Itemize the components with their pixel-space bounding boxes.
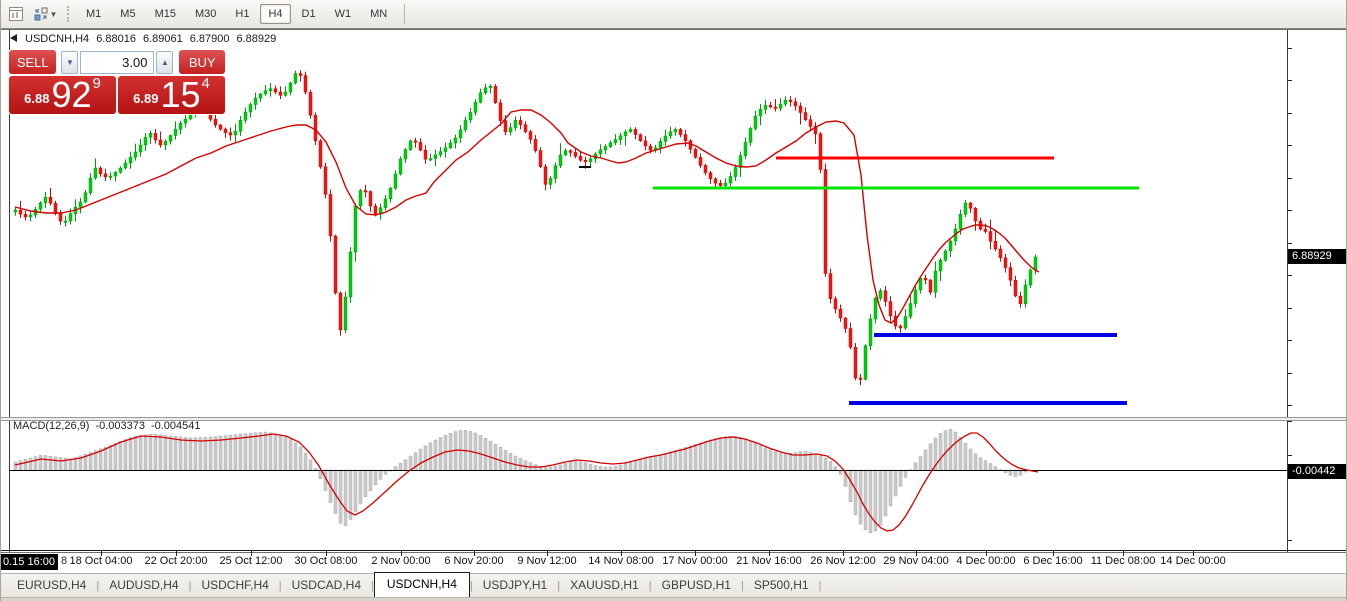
chart-window-icon[interactable]: [5, 4, 27, 24]
sell-price-big: 92: [51, 78, 91, 112]
tab-usdcnh-h4[interactable]: USDCNH,H4: [374, 572, 470, 598]
ohlc-open: 6.88016: [96, 33, 136, 45]
volume-input[interactable]: [80, 51, 154, 74]
ohlc-low: 6.87900: [190, 33, 230, 45]
buy-price-sup: 4: [202, 75, 210, 92]
tab-usdjpy-h1[interactable]: USDJPY,H1: [473, 574, 557, 597]
buy-price-small: 6.89: [133, 91, 158, 106]
sell-price-small: 6.88: [24, 91, 49, 106]
tile-windows-icon[interactable]: ▼: [29, 4, 61, 24]
ohlc-high: 6.89061: [143, 33, 183, 45]
tab-usdcad-h4[interactable]: USDCAD,H4: [282, 574, 371, 597]
status-strip: [1, 597, 1346, 601]
timeframe-mn[interactable]: MN: [362, 4, 395, 24]
current-price-label: 6.88929: [1288, 249, 1347, 264]
tab-audusd-h4[interactable]: AUDUSD,H4: [99, 574, 188, 597]
sell-price-sup: 9: [93, 75, 101, 92]
timeframe-m30[interactable]: M30: [187, 4, 224, 24]
timeframe-m1[interactable]: M1: [78, 4, 109, 24]
time-axis: 0.15 16:00 8 18 Oct 04:0022 Oct 20:0025 …: [1, 553, 1346, 573]
mt4-window: ▼ M1M5M15M30H1H4D1W1MN USDCNH,H4 6.88016 6…: [0, 0, 1347, 601]
tab-eurusd-h4[interactable]: EURUSD,H4: [7, 574, 96, 597]
timeframe-h4[interactable]: H4: [260, 4, 290, 24]
timeframe-d1[interactable]: D1: [294, 4, 324, 24]
tab-gbpusd-h1[interactable]: GBPUSD,H1: [652, 574, 741, 597]
toolbar: ▼ M1M5M15M30H1H4D1W1MN: [1, 0, 1346, 29]
tab-usdchf-h4[interactable]: USDCHF,H4: [191, 574, 278, 597]
buy-price-big: 15: [160, 78, 200, 112]
volume-up-button[interactable]: ▲: [156, 51, 173, 74]
volume-down-button[interactable]: ▼: [61, 51, 78, 74]
macd-name: MACD(12,26,9): [13, 420, 89, 432]
chart-window-icon-glyph: [8, 6, 24, 22]
time-axis-label: 14 Dec 00:00: [1148, 555, 1238, 567]
timeframe-w1[interactable]: W1: [327, 4, 360, 24]
chart-tab-bar: EURUSD,H4|AUDUSD,H4|USDCHF,H4|USDCAD,H4|…: [1, 573, 1346, 597]
timeframe-h1[interactable]: H1: [227, 4, 257, 24]
toolbar-grip: [67, 6, 72, 22]
tab-xauusd-h1[interactable]: XAUUSD,H1: [560, 574, 649, 597]
timeframe-group: M1M5M15M30H1H4D1W1MN: [78, 4, 398, 24]
timeframe-m5[interactable]: M5: [112, 4, 143, 24]
tab-divider: |: [819, 580, 822, 597]
tab-sp500-h1[interactable]: SP500,H1: [744, 574, 819, 597]
sell-price-box[interactable]: 6.88 92 9: [9, 76, 116, 114]
chart-header: USDCNH,H4 6.88016 6.89061 6.87900 6.88929: [25, 33, 283, 45]
timeframe-m15[interactable]: M15: [147, 4, 184, 24]
sell-button[interactable]: SELL: [9, 50, 56, 74]
one-click-trading-panel: SELL ▼ ▲ BUY 6.88 92 9 6.89 15 4: [8, 49, 226, 115]
time-axis-selected-label: 0.15 16:00: [1, 554, 58, 570]
macd-indicator-label: MACD(12,26,9) -0.003373 -0.004541: [13, 420, 207, 432]
macd-value-1: -0.003373: [95, 420, 145, 432]
volume-stepper: ▼ ▲: [61, 50, 173, 74]
chart-symbol-period: USDCNH,H4: [25, 33, 89, 45]
buy-price-box[interactable]: 6.89 15 4: [118, 76, 225, 114]
macd-current-label: -0.00442: [1288, 464, 1347, 479]
tile-windows-icon-glyph: [33, 6, 49, 22]
dropdown-caret-icon: ▼: [50, 10, 58, 19]
macd-value-2: -0.004541: [151, 420, 201, 432]
ohlc-close: 6.88929: [236, 33, 276, 45]
buy-button[interactable]: BUY: [179, 50, 225, 74]
toolbar-separator: [404, 4, 405, 24]
